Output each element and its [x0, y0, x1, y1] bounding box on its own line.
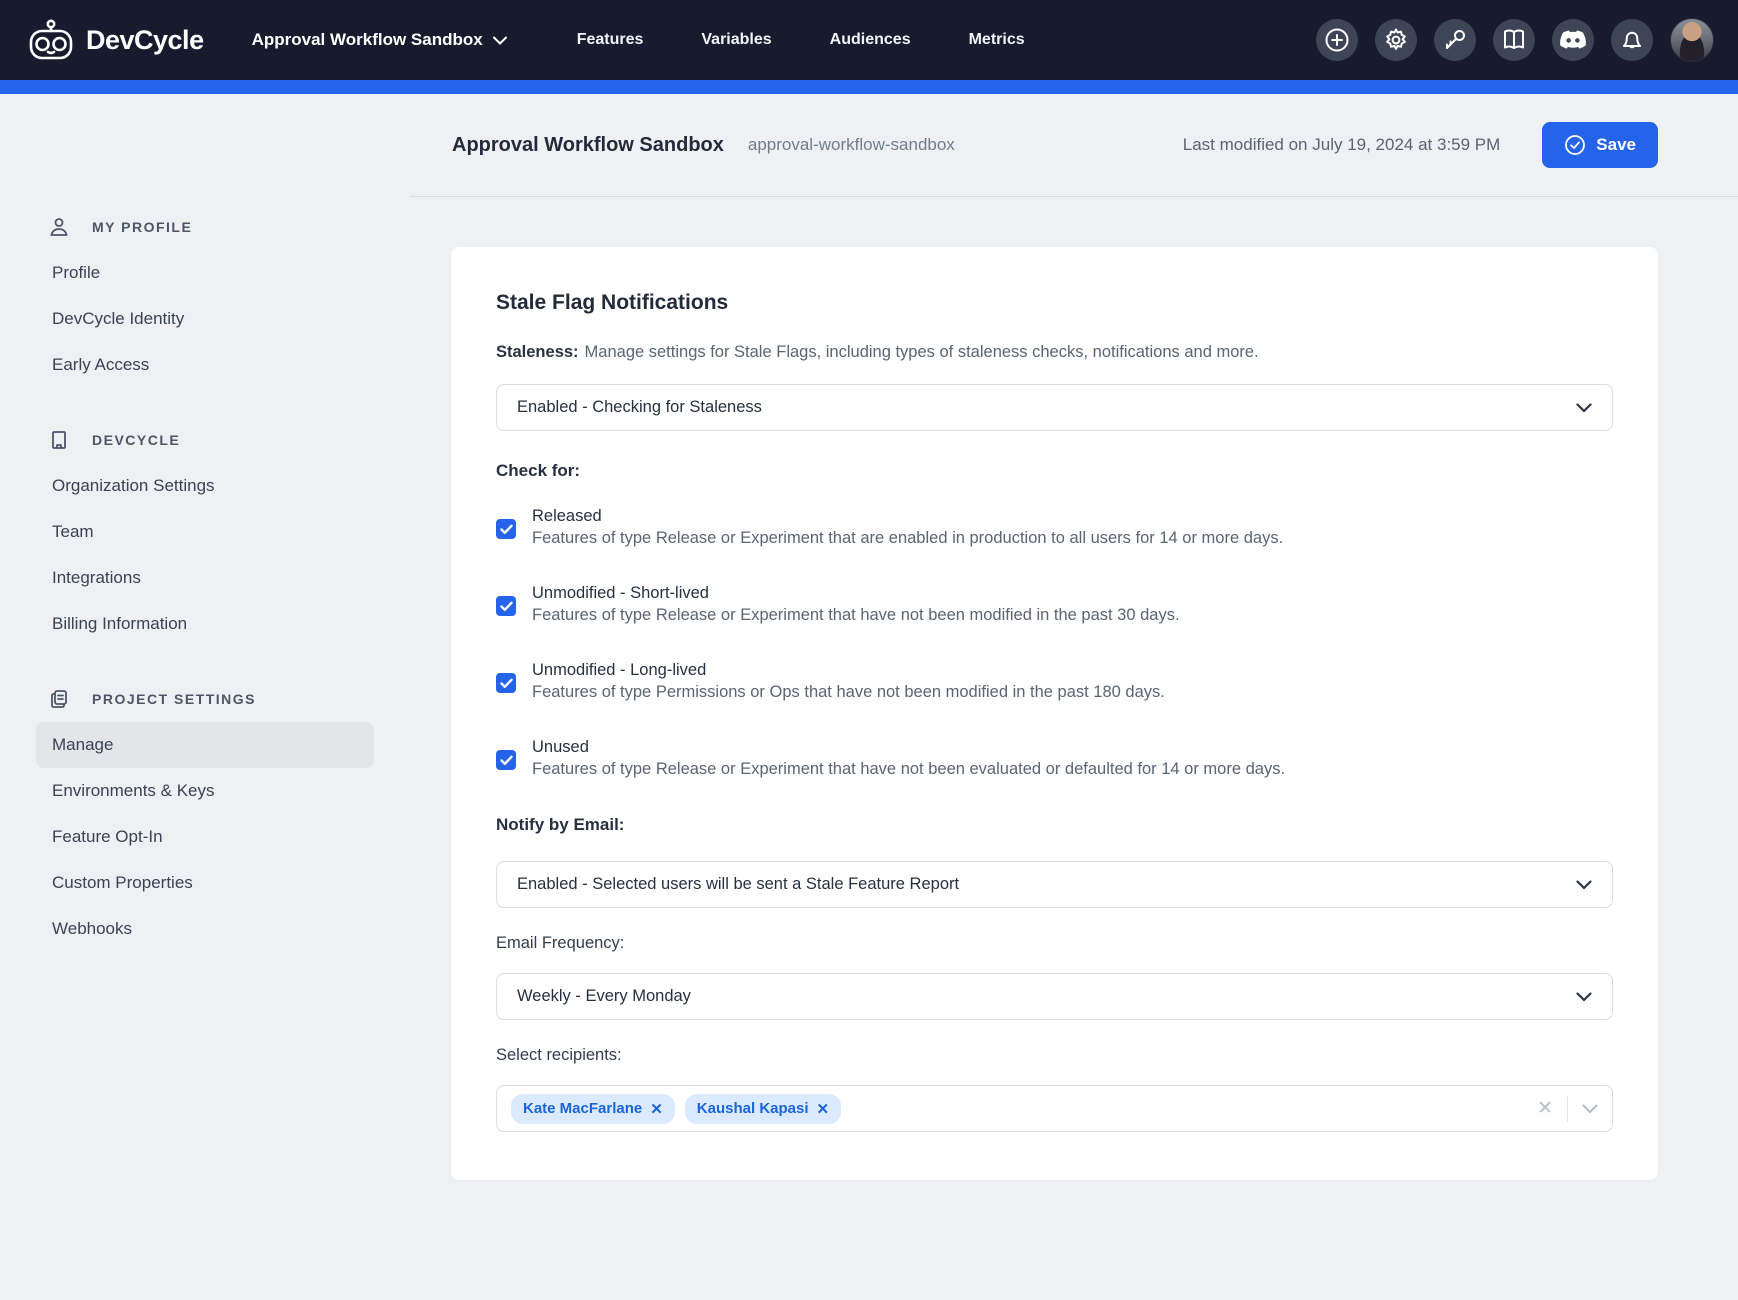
sidebar-item-environments-keys[interactable]: Environments & Keys	[36, 768, 374, 814]
checkbox-description: Features of type Release or Experiment t…	[532, 606, 1180, 625]
create-button[interactable]	[1316, 19, 1358, 61]
api-keys-button[interactable]	[1434, 19, 1476, 61]
checkbox-label: Unmodified - Long-lived	[532, 661, 1165, 680]
sidebar-section-my-profile: MY PROFILE Profile DevCycle Identity Ear…	[36, 216, 410, 388]
chevron-down-icon	[493, 36, 507, 45]
sidebar-item-integrations[interactable]: Integrations	[36, 555, 374, 601]
checkbox-checked-icon[interactable]	[496, 519, 516, 539]
project-selector[interactable]: Approval Workflow Sandbox	[252, 30, 507, 50]
sidebar-item-organization-settings[interactable]: Organization Settings	[36, 463, 374, 509]
divider	[1567, 1096, 1568, 1122]
sidebar-item-devcycle-identity[interactable]: DevCycle Identity	[36, 296, 374, 342]
recipient-chip: Kaushal Kapasi ✕	[685, 1094, 841, 1124]
discord-button[interactable]	[1552, 19, 1594, 61]
checkbox-row-unmodified-short-lived[interactable]: Unmodified - Short-lived Features of typ…	[496, 584, 1613, 625]
last-modified-text: Last modified on July 19, 2024 at 3:59 P…	[1183, 135, 1501, 155]
clear-recipients-icon[interactable]: ✕	[1537, 1097, 1553, 1120]
bell-icon	[1619, 27, 1645, 53]
remove-recipient-icon[interactable]: ✕	[817, 1100, 830, 1118]
checkbox-checked-icon[interactable]	[496, 596, 516, 616]
sidebar-item-webhooks[interactable]: Webhooks	[36, 906, 374, 952]
user-avatar[interactable]	[1670, 18, 1714, 62]
clipboard-icon	[48, 688, 70, 710]
select-recipients-label: Select recipients:	[496, 1046, 1613, 1065]
sidebar-item-profile[interactable]: Profile	[36, 250, 374, 296]
checkbox-checked-icon[interactable]	[496, 673, 516, 693]
checkbox-description: Features of type Release or Experiment t…	[532, 529, 1283, 548]
panel-title: Stale Flag Notifications	[496, 291, 1613, 315]
checkbox-description: Features of type Permissions or Ops that…	[532, 683, 1165, 702]
primary-nav: Features Variables Audiences Metrics	[577, 31, 1025, 49]
person-icon	[48, 216, 70, 238]
checkbox-checked-icon[interactable]	[496, 750, 516, 770]
check-circle-icon	[1564, 134, 1586, 156]
save-button[interactable]: Save	[1542, 122, 1658, 168]
building-icon	[48, 429, 70, 451]
recipient-chip: Kate MacFarlane ✕	[511, 1094, 675, 1124]
checkbox-label: Unused	[532, 738, 1285, 757]
navbar-actions	[1316, 18, 1714, 62]
check-for-label: Check for:	[496, 461, 1613, 481]
devcycle-robot-icon	[28, 19, 74, 61]
sidebar-section-label: DEVCYCLE	[92, 432, 180, 448]
top-navbar: DevCycle Approval Workflow Sandbox Featu…	[0, 0, 1738, 80]
discord-icon	[1559, 29, 1587, 51]
sidebar-section-label: MY PROFILE	[92, 219, 192, 235]
docs-button[interactable]	[1493, 19, 1535, 61]
devcycle-logo[interactable]: DevCycle	[28, 19, 204, 61]
sidebar-item-billing-information[interactable]: Billing Information	[36, 601, 374, 647]
gear-icon	[1383, 27, 1409, 53]
sidebar-item-early-access[interactable]: Early Access	[36, 342, 374, 388]
page-title: Approval Workflow Sandbox	[452, 134, 724, 157]
remove-recipient-icon[interactable]: ✕	[650, 1100, 663, 1118]
checkbox-row-released[interactable]: Released Features of type Release or Exp…	[496, 507, 1613, 548]
chevron-down-icon	[1576, 992, 1592, 1002]
staleness-select[interactable]: Enabled - Checking for Staleness	[496, 384, 1613, 431]
key-icon	[1442, 27, 1468, 53]
sidebar-item-team[interactable]: Team	[36, 509, 374, 555]
nav-link-audiences[interactable]: Audiences	[830, 31, 911, 49]
notify-by-email-label: Notify by Email:	[496, 815, 1613, 835]
accent-bar	[0, 80, 1738, 94]
checkbox-row-unmodified-long-lived[interactable]: Unmodified - Long-lived Features of type…	[496, 661, 1613, 702]
stale-flag-notifications-panel: Stale Flag Notifications Staleness:Manag…	[451, 247, 1658, 1180]
sidebar-section-devcycle: DEVCYCLE Organization Settings Team Inte…	[36, 429, 410, 647]
sidebar-item-manage[interactable]: Manage	[36, 722, 374, 768]
checkbox-row-unused[interactable]: Unused Features of type Release or Exper…	[496, 738, 1613, 779]
checkbox-label: Unmodified - Short-lived	[532, 584, 1180, 603]
chevron-down-icon	[1576, 403, 1592, 413]
sidebar-item-feature-opt-in[interactable]: Feature Opt-In	[36, 814, 374, 860]
nav-link-variables[interactable]: Variables	[701, 31, 771, 49]
sidebar-section-label: PROJECT SETTINGS	[92, 691, 256, 707]
settings-sidebar: MY PROFILE Profile DevCycle Identity Ear…	[0, 94, 410, 1300]
checkbox-label: Released	[532, 507, 1283, 526]
settings-button[interactable]	[1375, 19, 1417, 61]
nav-link-features[interactable]: Features	[577, 31, 644, 49]
sidebar-section-project-settings: PROJECT SETTINGS Manage Environments & K…	[36, 688, 410, 952]
email-frequency-select[interactable]: Weekly - Every Monday	[496, 973, 1613, 1020]
chevron-down-icon	[1576, 880, 1592, 890]
nav-link-metrics[interactable]: Metrics	[969, 31, 1025, 49]
checkbox-description: Features of type Release or Experiment t…	[532, 760, 1285, 779]
recipients-multiselect[interactable]: Kate MacFarlane ✕ Kaushal Kapasi ✕ ✕	[496, 1085, 1613, 1132]
notifications-button[interactable]	[1611, 19, 1653, 61]
brand-name: DevCycle	[86, 25, 204, 56]
notify-by-email-select[interactable]: Enabled - Selected users will be sent a …	[496, 861, 1613, 908]
plus-circle-icon	[1324, 27, 1350, 53]
email-frequency-label: Email Frequency:	[496, 934, 1613, 953]
page-header: Approval Workflow Sandbox approval-workf…	[410, 94, 1738, 197]
project-slug: approval-workflow-sandbox	[748, 135, 955, 155]
chevron-down-icon[interactable]	[1582, 1104, 1598, 1114]
staleness-description: Staleness:Manage settings for Stale Flag…	[496, 343, 1613, 362]
sidebar-item-custom-properties[interactable]: Custom Properties	[36, 860, 374, 906]
book-icon	[1501, 27, 1527, 53]
